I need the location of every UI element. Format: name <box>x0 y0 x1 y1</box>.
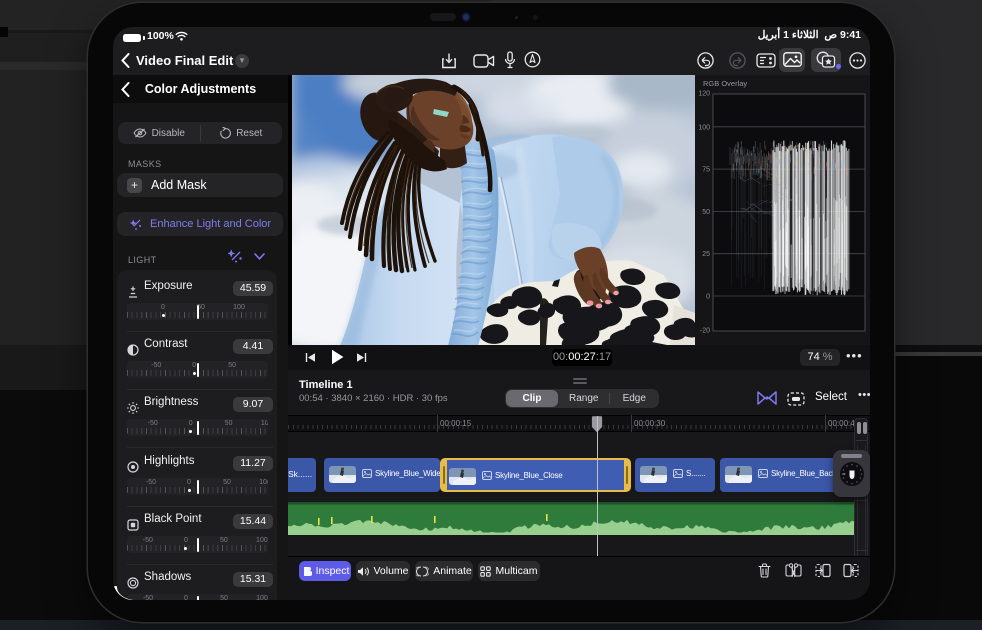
svg-text:120: 120 <box>698 91 710 98</box>
svg-text:100: 100 <box>698 124 710 131</box>
svg-text:75: 75 <box>702 167 710 174</box>
svg-text:50: 50 <box>702 209 710 216</box>
svg-text:-20: -20 <box>700 327 710 334</box>
svg-text:0: 0 <box>706 294 710 301</box>
svg-text:25: 25 <box>702 251 710 258</box>
